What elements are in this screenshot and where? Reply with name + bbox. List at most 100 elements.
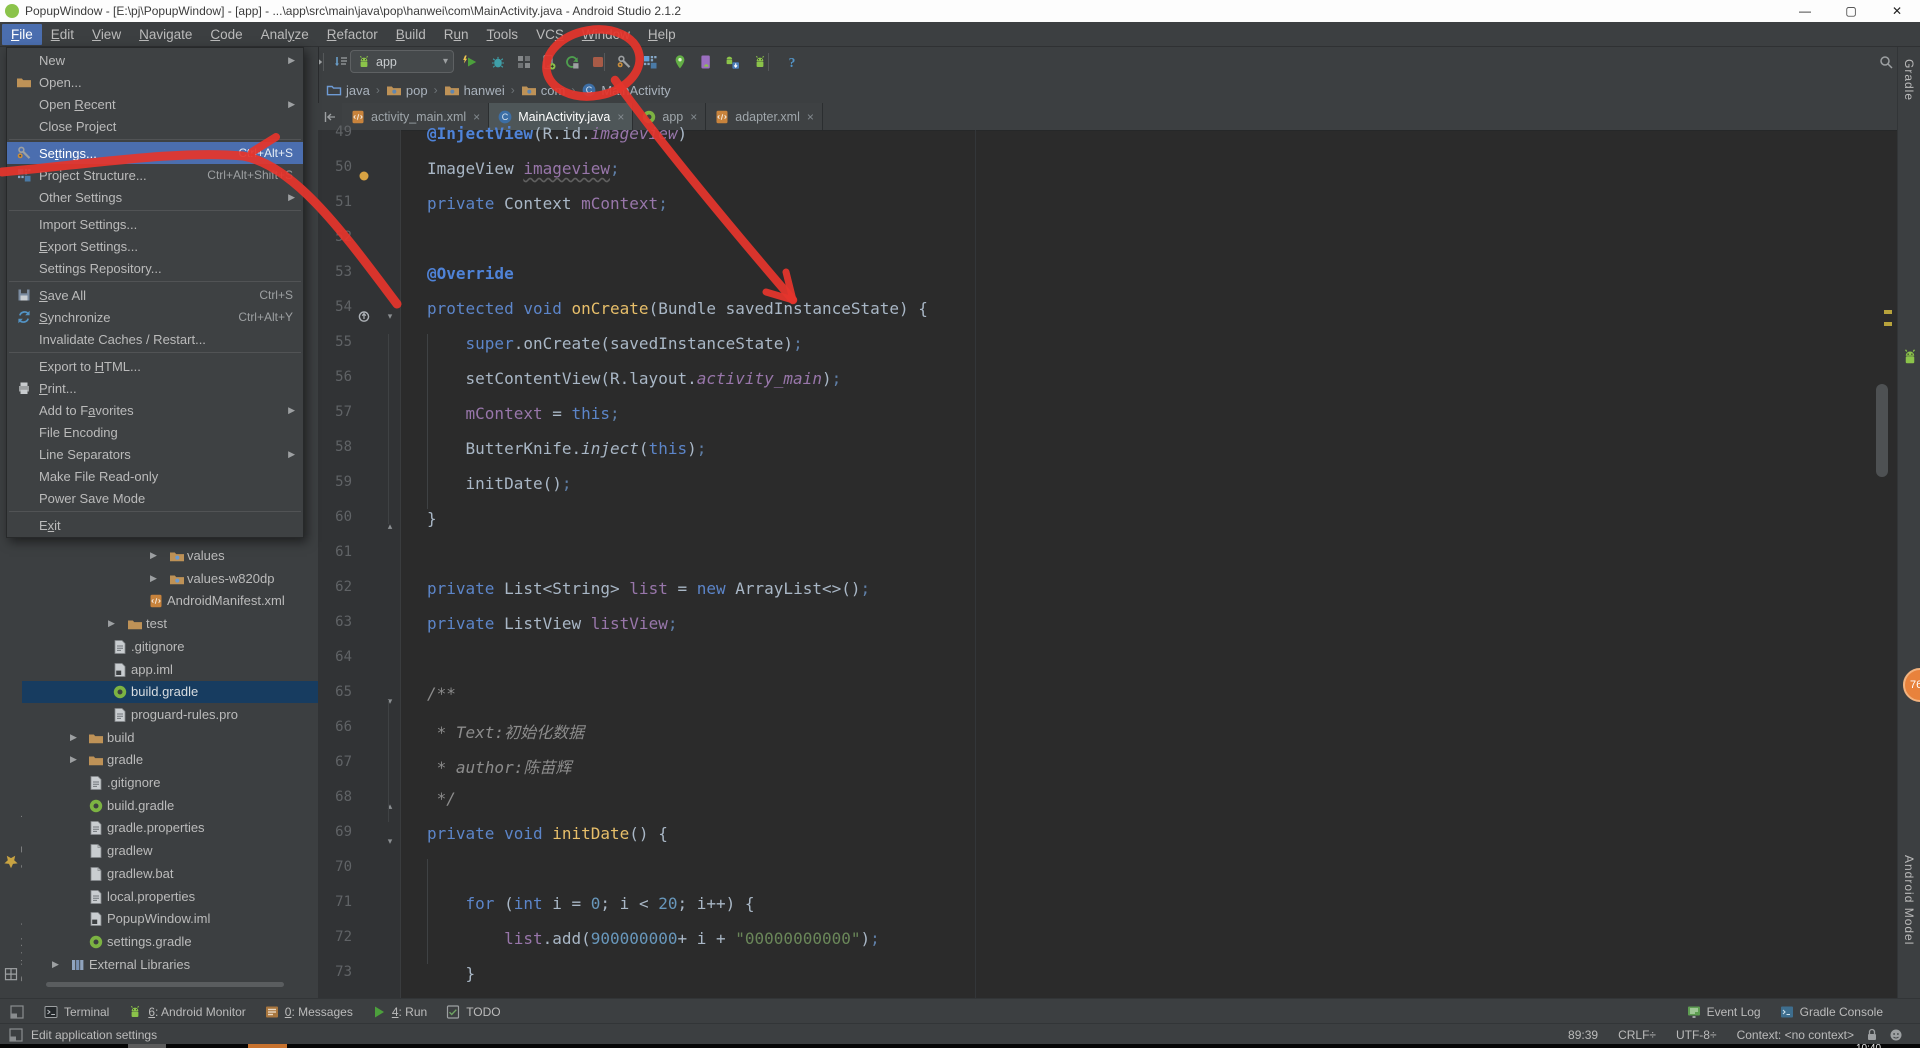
fold-marker[interactable]: ▾ <box>382 824 398 859</box>
menu-vcs[interactable]: VCS <box>527 24 573 45</box>
toolwindow-6-android-monitor[interactable]: 6: Android Monitor <box>118 999 254 1024</box>
tree-hscrollbar[interactable] <box>46 982 284 987</box>
tree-expand-arrow[interactable]: ▶ <box>52 959 59 970</box>
error-stripe-mark[interactable] <box>1884 322 1892 326</box>
line-number[interactable]: 58 <box>318 439 352 474</box>
line-number[interactable]: 56 <box>318 369 352 404</box>
sync-project-button[interactable] <box>560 50 584 74</box>
gutter-dot-icon[interactable] <box>356 168 372 184</box>
file-menu-item-settings-repository[interactable]: Settings Repository... <box>7 257 303 279</box>
line-number[interactable]: 60 <box>318 509 352 544</box>
project-structure-button[interactable] <box>638 50 662 74</box>
close-icon[interactable]: × <box>473 110 480 124</box>
tree-item-androidmanifest-xml[interactable]: AndroidManifest.xml <box>22 590 318 612</box>
tool-window-toggle-icon[interactable] <box>8 1027 24 1043</box>
attach-debugger-button[interactable] <box>536 50 560 74</box>
fold-marker[interactable]: ▾ <box>382 299 398 334</box>
line-number[interactable]: 50 <box>318 159 352 194</box>
override-marker-icon[interactable] <box>356 308 372 324</box>
line-number[interactable]: 59 <box>318 474 352 509</box>
toolwindow-event-log[interactable]: Event Log <box>1677 999 1770 1024</box>
file-menu-item-export-to-html[interactable]: Export to HTML... <box>7 355 303 377</box>
editor-scrollbar[interactable] <box>1876 384 1888 477</box>
tree-item-build[interactable]: ▶ build <box>22 727 318 749</box>
tree-item-external-libraries[interactable]: ▶ External Libraries <box>22 954 318 976</box>
file-menu-item-export-settings[interactable]: Export Settings... <box>7 235 303 257</box>
line-number[interactable]: 69 <box>318 824 352 859</box>
menu-build[interactable]: Build <box>387 24 435 45</box>
search-button[interactable] <box>1874 50 1898 74</box>
menu-code[interactable]: Code <box>201 24 251 45</box>
error-stripe-mark[interactable] <box>1884 310 1892 314</box>
debug-button[interactable] <box>486 50 510 74</box>
tree-expand-arrow[interactable]: ▶ <box>70 754 77 765</box>
menu-tools[interactable]: Tools <box>478 24 528 45</box>
avd-manager-button[interactable] <box>668 50 692 74</box>
tree-item-gradlew-bat[interactable]: gradlew.bat <box>22 863 318 885</box>
menu-window[interactable]: Window <box>573 24 639 45</box>
menu-view[interactable]: View <box>83 24 130 45</box>
run-config-combo[interactable]: app ▾ <box>350 50 454 73</box>
breadcrumb-mainactivity[interactable]: C MainActivity <box>577 82 674 98</box>
file-menu-item-close-project[interactable]: Close Project <box>7 115 303 137</box>
help-button[interactable]: ? <box>780 50 804 74</box>
line-number[interactable]: 65 <box>318 684 352 719</box>
close-icon[interactable]: × <box>807 110 814 124</box>
file-menu-item-import-settings[interactable]: Import Settings... <box>7 213 303 235</box>
menu-help[interactable]: Help <box>639 24 685 45</box>
line-number[interactable]: 67 <box>318 754 352 789</box>
file-menu-item-settings[interactable]: Settings... Ctrl+Alt+S <box>7 142 303 164</box>
minimize-button[interactable]: — <box>1782 0 1828 22</box>
toolwindow-todo[interactable]: TODO <box>436 999 509 1024</box>
menu-analyze[interactable]: Analyze <box>252 24 318 45</box>
breadcrumb-hanwei[interactable]: hanwei <box>440 82 509 98</box>
sdk-manager-button[interactable] <box>694 50 718 74</box>
line-number[interactable]: 62 <box>318 579 352 614</box>
fold-marker[interactable]: ▴ <box>382 509 398 544</box>
close-button[interactable]: ✕ <box>1874 0 1920 22</box>
toolwindow-terminal[interactable]: Terminal <box>34 999 118 1024</box>
tree-item-build-gradle[interactable]: build.gradle <box>22 795 318 817</box>
file-menu-item-invalidate-caches-restart[interactable]: Invalidate Caches / Restart... <box>7 328 303 350</box>
file-menu-item-new[interactable]: New ▶ <box>7 49 303 71</box>
stripe-tab-android-model[interactable]: Android Model <box>1902 855 1916 945</box>
tool-window-switcher[interactable] <box>0 999 34 1024</box>
run-button[interactable] <box>458 50 482 74</box>
tree-item-local-properties[interactable]: local.properties <box>22 886 318 908</box>
menu-refactor[interactable]: Refactor <box>318 24 387 45</box>
line-number[interactable]: 54 <box>318 299 352 334</box>
line-number[interactable]: 66 <box>318 719 352 754</box>
maximize-button[interactable]: ▢ <box>1828 0 1874 22</box>
line-number[interactable]: 63 <box>318 614 352 649</box>
line-number[interactable]: 53 <box>318 264 352 299</box>
inspection-profile-icon[interactable] <box>1888 1027 1904 1043</box>
tree-expand-arrow[interactable]: ▶ <box>150 573 157 584</box>
fold-marker[interactable]: ▾ <box>382 684 398 719</box>
toolwindow-0-messages[interactable]: 0: Messages <box>255 999 362 1024</box>
tree-item-popupwindow-iml[interactable]: PopupWindow.iml <box>22 908 318 930</box>
file-menu-item-line-separators[interactable]: Line Separators ▶ <box>7 443 303 465</box>
file-menu-item-add-to-favorites[interactable]: Add to Favorites ▶ <box>7 399 303 421</box>
file-menu-item-synchronize[interactable]: Synchronize Ctrl+Alt+Y <box>7 306 303 328</box>
breadcrumb-pop[interactable]: pop <box>382 82 432 98</box>
file-menu-item-file-encoding[interactable]: File Encoding <box>7 421 303 443</box>
tree-item-gradlew[interactable]: gradlew <box>22 840 318 862</box>
file-menu-item-other-settings[interactable]: Other Settings ▶ <box>7 186 303 208</box>
tree-item-build-gradle-selected[interactable]: build.gradle <box>22 681 318 704</box>
line-number[interactable]: 49 <box>318 124 352 159</box>
tree-item-proguard-rules-pro[interactable]: proguard-rules.pro <box>22 704 318 726</box>
tree-item-gitignore[interactable]: .gitignore <box>22 636 318 658</box>
toolwindow-4-run[interactable]: 4: Run <box>362 999 436 1024</box>
file-menu-item-project-structure[interactable]: Project Structure... Ctrl+Alt+Shift+S <box>7 164 303 186</box>
menu-run[interactable]: Run <box>435 24 478 45</box>
tree-expand-arrow[interactable]: ▶ <box>150 550 157 561</box>
line-number[interactable]: 51 <box>318 194 352 229</box>
line-number[interactable]: 57 <box>318 404 352 439</box>
menu-navigate[interactable]: Navigate <box>130 24 201 45</box>
tree-expand-arrow[interactable]: ▶ <box>70 732 77 743</box>
sdk-download-button[interactable] <box>720 50 744 74</box>
settings-wrench-button[interactable] <box>612 50 636 74</box>
encoding-indicator[interactable]: UTF-8÷ <box>1676 1028 1717 1042</box>
lock-icon[interactable] <box>1864 1027 1880 1043</box>
fold-marker[interactable]: ▴ <box>382 789 398 824</box>
